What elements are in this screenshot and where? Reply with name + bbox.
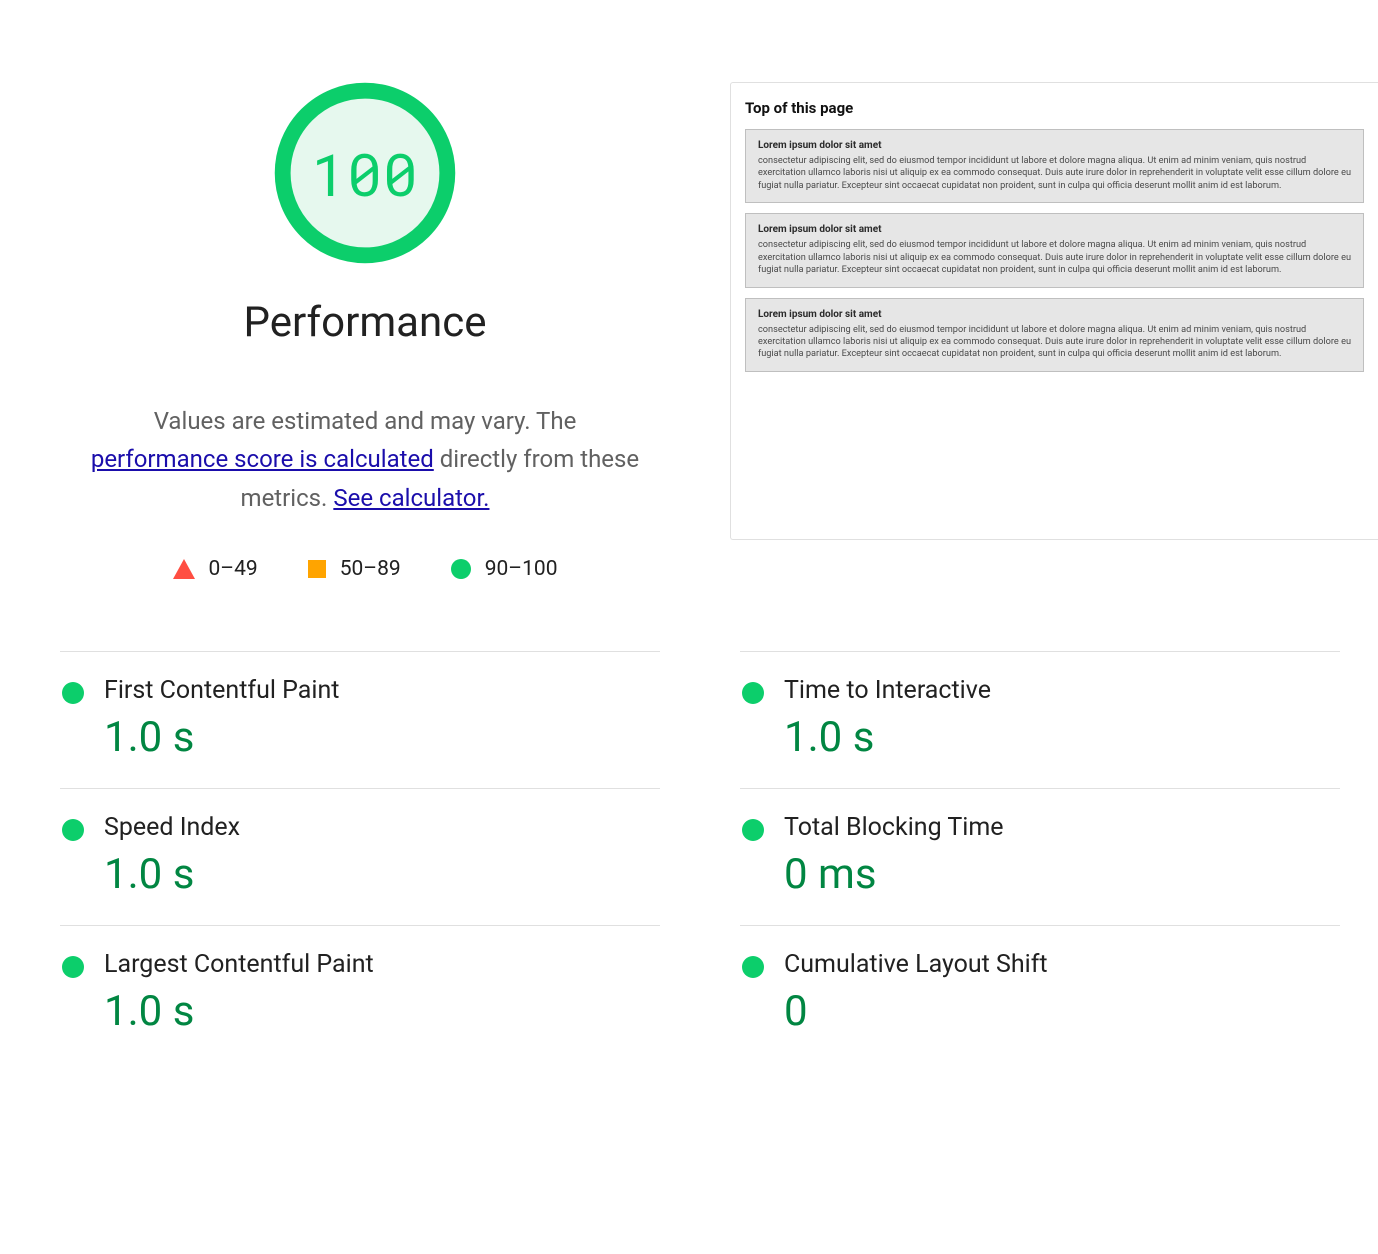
status-pass-icon [742, 682, 764, 704]
metric-row: Total Blocking Time 0 ms [740, 788, 1340, 925]
metric-name: Largest Contentful Paint [104, 950, 660, 979]
score-legend: 0–49 50–89 90–100 [173, 557, 558, 581]
metric-name: Time to Interactive [784, 676, 1340, 705]
metric-value: 1.0 s [104, 987, 660, 1036]
preview-title: Top of this page [745, 99, 1364, 117]
metric-row: Time to Interactive 1.0 s [740, 651, 1340, 788]
metric-name: Speed Index [104, 813, 660, 842]
metric-row: First Contentful Paint 1.0 s [60, 651, 660, 788]
status-pass-icon [742, 956, 764, 978]
page-screenshot-preview: Top of this page Lorem ipsum dolor sit a… [730, 82, 1378, 540]
metric-value: 1.0 s [104, 850, 660, 899]
metric-value: 1.0 s [104, 713, 660, 762]
preview-heading: Lorem ipsum dolor sit amet [758, 309, 1351, 320]
legend-pass: 90–100 [451, 557, 558, 581]
metric-name: Total Blocking Time [784, 813, 1340, 842]
triangle-fail-icon [173, 559, 195, 579]
performance-gauge: 100 [270, 78, 460, 268]
metric-name: Cumulative Layout Shift [784, 950, 1340, 979]
metric-value: 1.0 s [784, 713, 1340, 762]
metric-row: Cumulative Layout Shift 0 [740, 925, 1340, 1062]
performance-score: 100 [270, 78, 460, 268]
performance-description: Values are estimated and may vary. The p… [85, 402, 645, 517]
preview-block: Lorem ipsum dolor sit amet consectetur a… [745, 129, 1364, 203]
metrics-grid: First Contentful Paint1.0 sTime to Inter… [0, 581, 1378, 1062]
blurb-pre: Values are estimated and may vary. The [154, 407, 577, 435]
preview-body: consectetur adipiscing elit, sed do eius… [758, 155, 1351, 192]
see-calculator-link[interactable]: See calculator. [333, 484, 489, 512]
metric-name: First Contentful Paint [104, 676, 660, 705]
status-pass-icon [62, 682, 84, 704]
square-average-icon [308, 560, 326, 578]
legend-average: 50–89 [308, 557, 401, 581]
status-pass-icon [742, 819, 764, 841]
preview-block: Lorem ipsum dolor sit amet consectetur a… [745, 298, 1364, 372]
status-pass-icon [62, 956, 84, 978]
metric-row: Largest Contentful Paint 1.0 s [60, 925, 660, 1062]
legend-average-label: 50–89 [340, 557, 401, 581]
metric-value: 0 ms [784, 850, 1340, 899]
preview-body: consectetur adipiscing elit, sed do eius… [758, 239, 1351, 276]
preview-heading: Lorem ipsum dolor sit amet [758, 140, 1351, 151]
preview-heading: Lorem ipsum dolor sit amet [758, 224, 1351, 235]
legend-pass-label: 90–100 [485, 557, 558, 581]
score-calculated-link[interactable]: performance score is calculated [91, 445, 434, 473]
metric-row: Speed Index 1.0 s [60, 788, 660, 925]
circle-pass-icon [451, 559, 471, 579]
gauge-title: Performance [244, 298, 487, 347]
preview-block: Lorem ipsum dolor sit amet consectetur a… [745, 213, 1364, 287]
status-pass-icon [62, 819, 84, 841]
legend-fail-label: 0–49 [209, 557, 258, 581]
preview-body: consectetur adipiscing elit, sed do eius… [758, 324, 1351, 361]
metric-value: 0 [784, 987, 1340, 1036]
legend-fail: 0–49 [173, 557, 258, 581]
